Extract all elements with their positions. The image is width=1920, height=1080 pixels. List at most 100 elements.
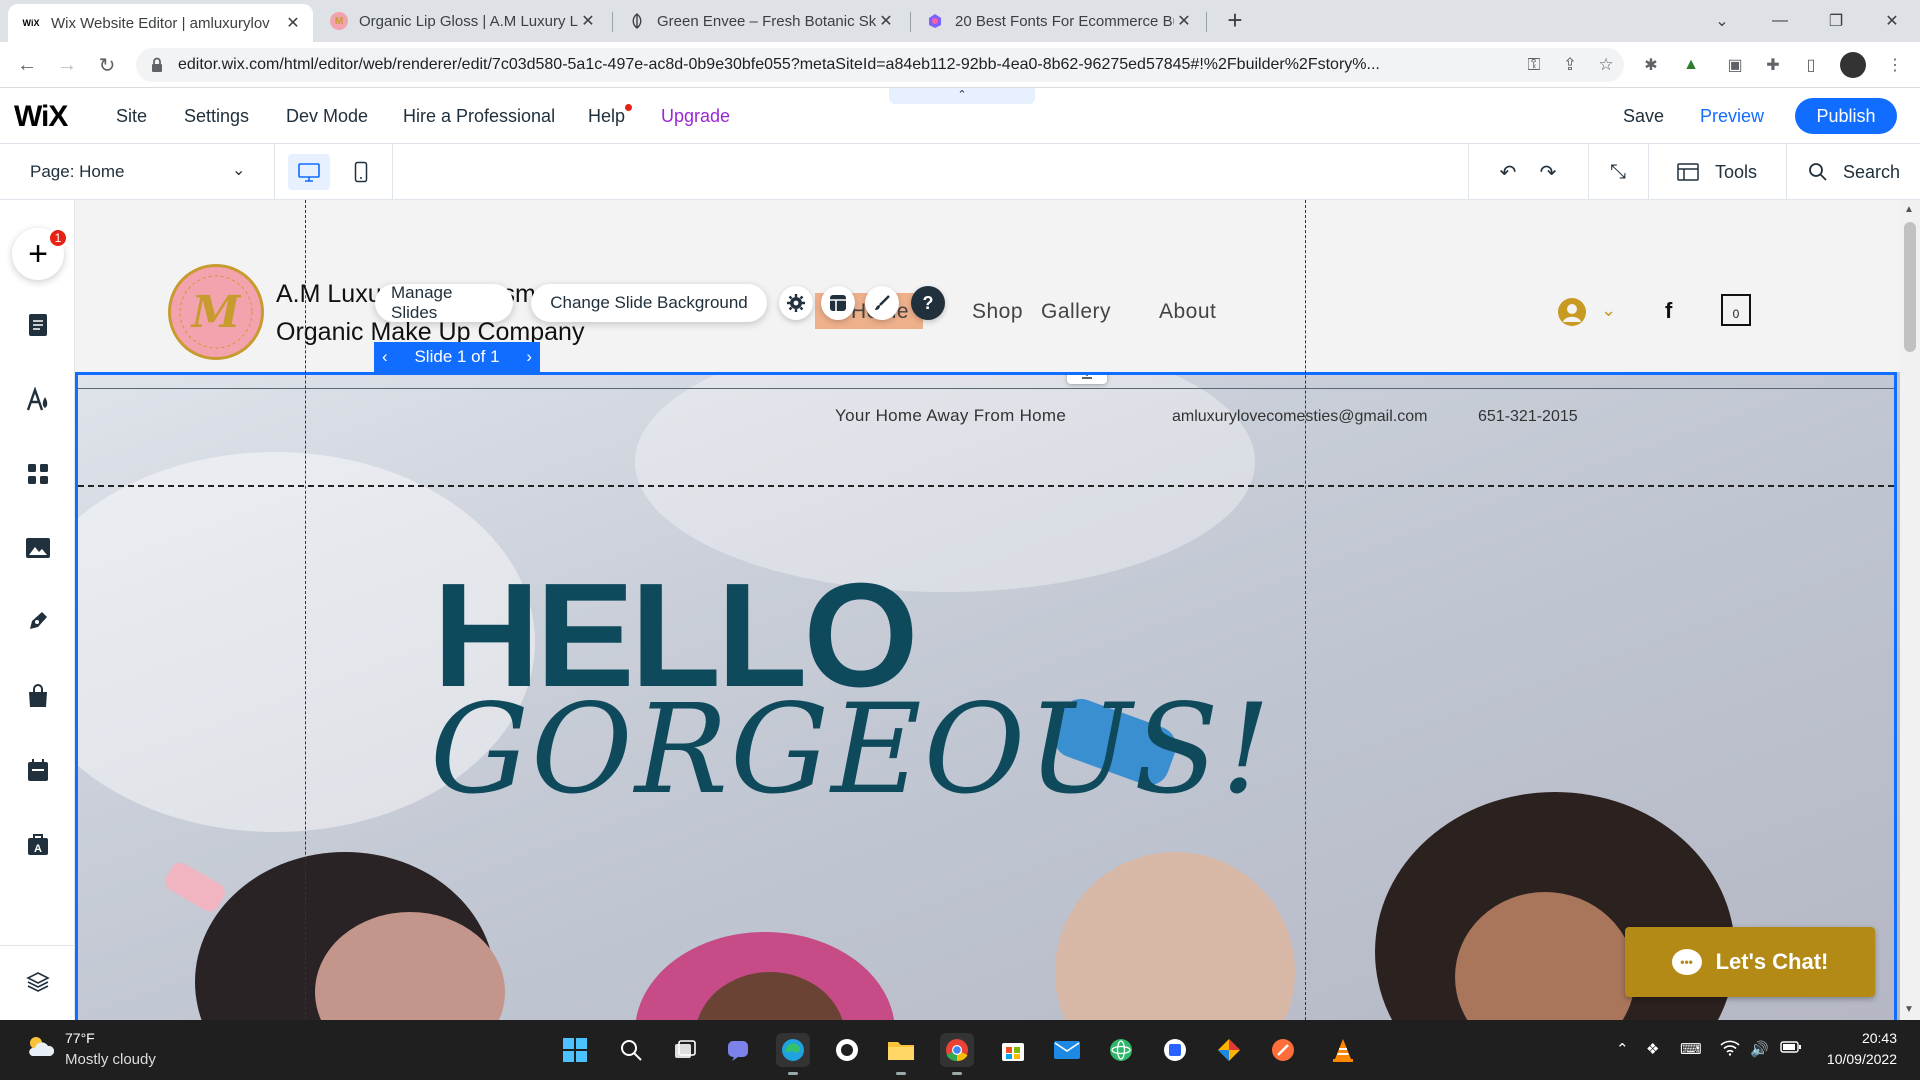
teams-chat-icon[interactable] [722,1033,756,1067]
lets-chat-button[interactable]: ••• Let's Chat! [1625,927,1875,997]
task-view-icon[interactable] [668,1033,702,1067]
weather-temperature[interactable]: 77°F [65,1030,95,1046]
back-arrow-icon[interactable]: ← [12,50,42,80]
windows-start-icon[interactable] [558,1033,592,1067]
weather-description[interactable]: Mostly cloudy [65,1051,156,1068]
volume-icon[interactable]: 🔊 [1750,1040,1769,1058]
page-selector[interactable]: Page: Home [30,162,125,182]
site-design-icon[interactable] [20,382,56,418]
chevron-down-icon[interactable]: ⌄ [232,160,245,180]
forward-arrow-icon[interactable]: → [52,50,82,80]
account-avatar-icon[interactable] [1558,298,1586,326]
collapse-topbar-chevron-icon[interactable]: ⌃ [889,88,1035,104]
facebook-icon[interactable]: f [1665,298,1672,324]
hero-slideshow[interactable]: Your Home Away From Home amluxurylovecom… [75,372,1900,1020]
tab-green-envee[interactable]: Green Envee – Fresh Botanic Skin ✕ [614,0,906,42]
restore-icon[interactable]: ❐ [1808,0,1864,42]
app-orange-icon[interactable] [1266,1033,1300,1067]
menu-hire-professional[interactable]: Hire a Professional [403,106,555,127]
mobile-view-button[interactable] [346,154,376,190]
app-diamond-icon[interactable] [1212,1033,1246,1067]
editor-canvas[interactable]: M A.M Luxury Love Cosmetics Organic Make… [75,200,1900,1020]
tab-close-icon[interactable]: ✕ [283,13,303,33]
share-icon[interactable]: ⇪ [1552,55,1588,75]
off-extension-icon[interactable]: ▣ [1724,54,1746,76]
settings-gear-icon[interactable] [779,286,813,320]
manage-slides-button[interactable]: Manage Slides [375,283,513,322]
media-image-icon[interactable] [20,530,56,566]
blog-pen-icon[interactable] [20,603,56,639]
new-tab-button[interactable]: + [1222,7,1248,34]
wix-logo[interactable]: WiX [14,100,68,134]
tab-search-chevron-icon[interactable]: ⌄ [1694,0,1750,42]
bookmark-star-icon[interactable]: ☆ [1588,55,1624,75]
scroll-thumb[interactable] [1904,222,1916,352]
next-slide-chevron-icon[interactable]: › [526,347,532,367]
app-blue-icon[interactable] [1158,1033,1192,1067]
slide-navigator[interactable]: ‹ Slide 1 of 1 › [374,342,540,372]
desktop-view-button[interactable] [288,154,330,190]
microsoft-store-icon[interactable] [996,1033,1030,1067]
wifi-icon[interactable] [1720,1040,1740,1060]
store-bag-icon[interactable] [20,678,56,714]
site-logo[interactable]: M [168,264,264,360]
site-nav-gallery[interactable]: Gallery [1041,300,1111,324]
design-brush-icon[interactable] [865,286,899,320]
tab-close-icon[interactable]: ✕ [1174,11,1194,31]
chevron-down-icon[interactable]: ⌄ [1601,300,1616,321]
vlc-cone-icon[interactable] [1326,1033,1360,1067]
layers-icon[interactable] [20,964,56,1000]
tab-close-icon[interactable]: ✕ [876,11,896,31]
site-header[interactable]: M A.M Luxury Love Cosmetics Organic Make… [75,200,1900,372]
show-hidden-icons-chevron-icon[interactable]: ⌃ [1616,1040,1629,1058]
redo-icon[interactable]: ↷ [1534,158,1562,186]
change-slide-background-button[interactable]: Change Slide Background [531,284,767,322]
apps-grid-icon[interactable] [20,456,56,492]
puzzle-extensions-icon[interactable]: ✚ [1762,54,1784,76]
search-button[interactable]: Search [1843,162,1900,183]
canvas-scrollbar[interactable]: ▲ ▼ [1900,200,1920,1020]
zoom-out-arrows-icon[interactable]: ⤡ [1604,158,1632,186]
key-icon[interactable]: ⚿ [1516,55,1552,75]
tab-best-fonts[interactable]: 20 Best Fonts For Ecommerce Bu ✕ [912,0,1204,42]
scroll-up-arrow-icon[interactable]: ▲ [1904,204,1914,215]
search-icon[interactable] [614,1033,648,1067]
minimize-icon[interactable]: — [1752,0,1808,42]
search-icon[interactable] [1804,158,1832,186]
bug-extension-icon[interactable]: ✱ [1640,54,1662,76]
menu-settings[interactable]: Settings [184,106,249,127]
layout-icon[interactable] [821,286,855,320]
atom-app-icon[interactable] [1104,1033,1138,1067]
side-panel-icon[interactable]: ▯ [1800,54,1822,76]
tools-button[interactable]: Tools [1715,162,1757,183]
html-extension-icon[interactable]: ▲ [1680,54,1702,76]
keyboard-icon[interactable]: ⌨ [1680,1040,1702,1058]
publish-button[interactable]: Publish [1795,98,1897,134]
previous-slide-chevron-icon[interactable]: ‹ [382,347,388,367]
reload-icon[interactable]: ↻ [92,50,122,80]
hero-heading-gorgeous[interactable]: GORGEOUS! [430,688,1273,812]
profile-avatar[interactable] [1840,52,1866,78]
close-window-icon[interactable]: ✕ [1864,0,1920,42]
address-bar[interactable]: editor.wix.com/html/editor/web/renderer/… [136,48,1624,82]
menu-dev-mode[interactable]: Dev Mode [286,106,368,127]
edge-browser-icon[interactable] [776,1033,810,1075]
file-explorer-folder-icon[interactable] [884,1033,918,1075]
business-briefcase-icon[interactable]: A [20,826,56,862]
mail-icon[interactable] [1050,1033,1084,1067]
kebab-menu-icon[interactable]: ⋮ [1884,54,1906,76]
partly-cloudy-icon[interactable] [24,1034,55,1058]
tab-organic-lip-gloss[interactable]: M Organic Lip Gloss | A.M Luxury Lc ✕ [316,0,608,42]
dropbox-icon[interactable]: ❖ [1646,1040,1659,1058]
chrome-browser-icon[interactable] [940,1033,974,1075]
tagline-text[interactable]: Your Home Away From Home [835,406,1066,426]
contact-phone[interactable]: 651-321-2015 [1478,408,1578,426]
preview-button[interactable]: Preview [1700,106,1764,127]
help-question-icon[interactable]: ? [911,286,945,320]
menu-site[interactable]: Site [116,106,147,127]
site-nav-about[interactable]: About [1159,300,1216,324]
clock-date[interactable]: 10/09/2022 [1810,1051,1897,1067]
app-circle-icon[interactable] [830,1033,864,1067]
menu-help[interactable]: Help [588,106,625,127]
tools-icon[interactable] [1674,158,1702,186]
